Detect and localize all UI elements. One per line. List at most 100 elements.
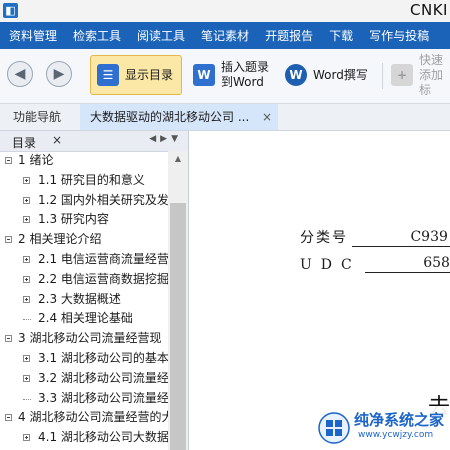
menu-item-resource-management[interactable]: 资料管理 — [9, 27, 57, 44]
classification-label: 分类号 — [300, 230, 348, 246]
insert-citation-button[interactable]: W 插入题录 到Word — [186, 55, 270, 95]
tab-function-nav[interactable]: 功能导航 — [13, 104, 61, 130]
close-icon[interactable]: × — [262, 104, 272, 130]
toc-item[interactable]: 2.4 相关理论基础 — [0, 309, 168, 329]
expand-icon[interactable] — [23, 354, 30, 362]
quick-add-icon: + — [391, 64, 413, 86]
menu-item-search-tools[interactable]: 检索工具 — [73, 27, 121, 44]
insert-citation-line1: 插入题录 — [221, 60, 270, 74]
menu-item-notes[interactable]: 笔记素材 — [201, 27, 249, 44]
quick-add-label: 快速 添加标 — [419, 53, 449, 98]
title-bar: ◧ CNKI — [0, 0, 450, 23]
toc-item[interactable]: 2.2 电信运营商数据挖掘 — [0, 270, 168, 290]
toc-item-label: 2.1 电信运营商流量经营 — [38, 251, 168, 266]
toc-item[interactable]: 3 湖北移动公司流量经营现 — [0, 329, 168, 349]
back-button[interactable]: ◀ — [7, 61, 33, 87]
expand-icon[interactable] — [23, 216, 30, 224]
toc-list: 1 绪论 1.1 研究目的和意义 1.2 国内外相关研究及发 1.3 研究内容 2 相关… — [0, 151, 168, 450]
toc-item[interactable]: 1.2 国内外相关研究及发 — [0, 191, 168, 211]
tab-document[interactable]: 大数据驱动的湖北移动公司 ... × — [80, 104, 278, 130]
toc-item-label: 2.2 电信运营商数据挖掘 — [38, 271, 168, 286]
expand-icon[interactable] — [23, 374, 30, 382]
quick-add-button[interactable]: + 快速 添加标 — [386, 53, 450, 98]
toc-item-label: 3 湖北移动公司流量经营现 — [18, 331, 162, 346]
toc-item[interactable]: 3.1 湖北移动公司的基本 — [0, 349, 168, 369]
watermark: 纯净系统之家 www.ycwjzy.com — [312, 406, 450, 450]
scroll-thumb[interactable] — [170, 203, 186, 450]
show-toc-label: 显示目录 — [125, 67, 174, 82]
toc-item-label: 3.1 湖北移动公司的基本 — [38, 350, 168, 365]
toolbar: ◀ ▶ ☰ 显示目录 W 插入题录 到Word W Word撰写 + 快速 添加… — [0, 49, 450, 104]
toc-header: 目录 × ◀▶▼ — [0, 131, 188, 152]
toc-item-label: 1 绪论 — [18, 153, 54, 167]
toc-item[interactable]: 4 湖北移动公司流量经营的大 — [0, 408, 168, 428]
toc-item[interactable]: 2 相关理论介绍 — [0, 230, 168, 250]
toc-item-label: 3.2 湖北移动公司流量经 — [38, 370, 168, 385]
udc-value: 658.8 — [365, 255, 450, 273]
collapse-icon[interactable] — [5, 335, 12, 343]
word-write-label: Word撰写 — [313, 67, 368, 82]
app-logo-icon: ◧ — [3, 3, 18, 18]
tab-document-label: 大数据驱动的湖北移动公司 ... — [90, 110, 250, 124]
toc-item[interactable]: 4.1 湖北移动公司大数据 — [0, 428, 168, 448]
expand-icon[interactable] — [23, 275, 30, 283]
toc-item-label: 4 湖北移动公司流量经营的大 — [18, 410, 168, 425]
word-write-button[interactable]: W Word撰写 — [278, 55, 374, 95]
quick-add-line1: 快速 — [419, 52, 444, 67]
expand-icon[interactable] — [23, 295, 30, 303]
menu-bar: 资料管理 检索工具 阅读工具 笔记素材 开题报告 下载 写作与投稿 — [0, 22, 450, 49]
forward-button[interactable]: ▶ — [46, 61, 72, 87]
toc-item-label: 4.1 湖北移动公司大数据 — [38, 430, 168, 445]
collapse-icon[interactable] — [5, 157, 12, 164]
toc-item[interactable]: 1.1 研究目的和意义 — [0, 171, 168, 191]
window-title: CNKI — [410, 1, 448, 19]
toc-panel: 目录 × ◀▶▼ 1 绪论 1.1 研究目的和意义 1.2 国内外相关研究及发 1.3… — [0, 131, 189, 450]
expand-icon[interactable] — [23, 196, 30, 204]
toc-item[interactable]: 3.3 湖北移动公司流量经 — [0, 389, 168, 409]
show-toc-button[interactable]: ☰ 显示目录 — [90, 55, 182, 95]
menu-item-reading-tools[interactable]: 阅读工具 — [137, 27, 185, 44]
toc-icon: ☰ — [97, 64, 119, 86]
watermark-url: www.ycwjzy.com — [358, 430, 434, 440]
expand-icon[interactable] — [23, 434, 30, 442]
toc-item[interactable]: 2.1 电信运营商流量经营 — [0, 250, 168, 270]
tab-strip: 功能导航 大数据驱动的湖北移动公司 ... × — [0, 104, 450, 131]
menu-item-writing[interactable]: 写作与投稿 — [369, 27, 429, 44]
toc-item-label: 2.4 相关理论基础 — [38, 311, 133, 326]
toc-item[interactable]: 3.2 湖北移动公司流量经 — [0, 369, 168, 389]
menu-item-download[interactable]: 下载 — [329, 27, 353, 44]
toc-item-label: 3.3 湖北移动公司流量经 — [38, 390, 168, 405]
insert-citation-icon: W — [193, 64, 215, 86]
document-page: 分类号 C939 UDC 658.8 去 — [190, 131, 450, 450]
toc-item[interactable]: 1.3 研究内容 — [0, 210, 168, 230]
word-icon: W — [285, 64, 307, 86]
quick-add-line2: 添加标 — [419, 67, 444, 97]
toc-close-icon[interactable]: × — [52, 133, 62, 147]
classification-value: C939 — [352, 229, 450, 247]
udc-label: UDC — [300, 257, 361, 273]
arrow-right-icon: ▶ — [53, 66, 65, 82]
collapse-icon[interactable] — [5, 414, 12, 422]
toolbar-separator — [382, 63, 383, 89]
toc-item-label: 2.3 大数据概述 — [38, 291, 121, 306]
watermark-name: 纯净系统之家 — [354, 411, 445, 429]
classification-row: 分类号 C939 — [300, 227, 450, 247]
windows-logo-icon — [318, 412, 350, 444]
expand-icon[interactable] — [23, 176, 30, 184]
insert-citation-label: 插入题录 到Word — [221, 60, 269, 90]
toc-scrollbar[interactable]: ▲ — [168, 151, 188, 450]
toc-scroll-arrows-icon[interactable]: ◀▶▼ — [149, 134, 182, 144]
toc-item-label: 1.3 研究内容 — [38, 212, 109, 227]
toc-item[interactable]: 1 绪论 — [0, 151, 168, 171]
toc-item[interactable]: 2.3 大数据概述 — [0, 290, 168, 310]
toc-item-label: 2 相关理论介绍 — [18, 232, 102, 247]
collapse-icon[interactable] — [5, 236, 12, 244]
udc-row: UDC 658.8 — [300, 255, 450, 273]
scroll-up-icon[interactable]: ▲ — [168, 151, 188, 167]
menu-item-proposal[interactable]: 开题报告 — [265, 27, 313, 44]
tree-connector — [23, 319, 31, 321]
toc-title: 目录 — [12, 136, 37, 150]
toc-item-label: 1.1 研究目的和意义 — [38, 172, 145, 187]
toc-item-label: 1.2 国内外相关研究及发 — [38, 192, 168, 207]
expand-icon[interactable] — [23, 255, 30, 263]
